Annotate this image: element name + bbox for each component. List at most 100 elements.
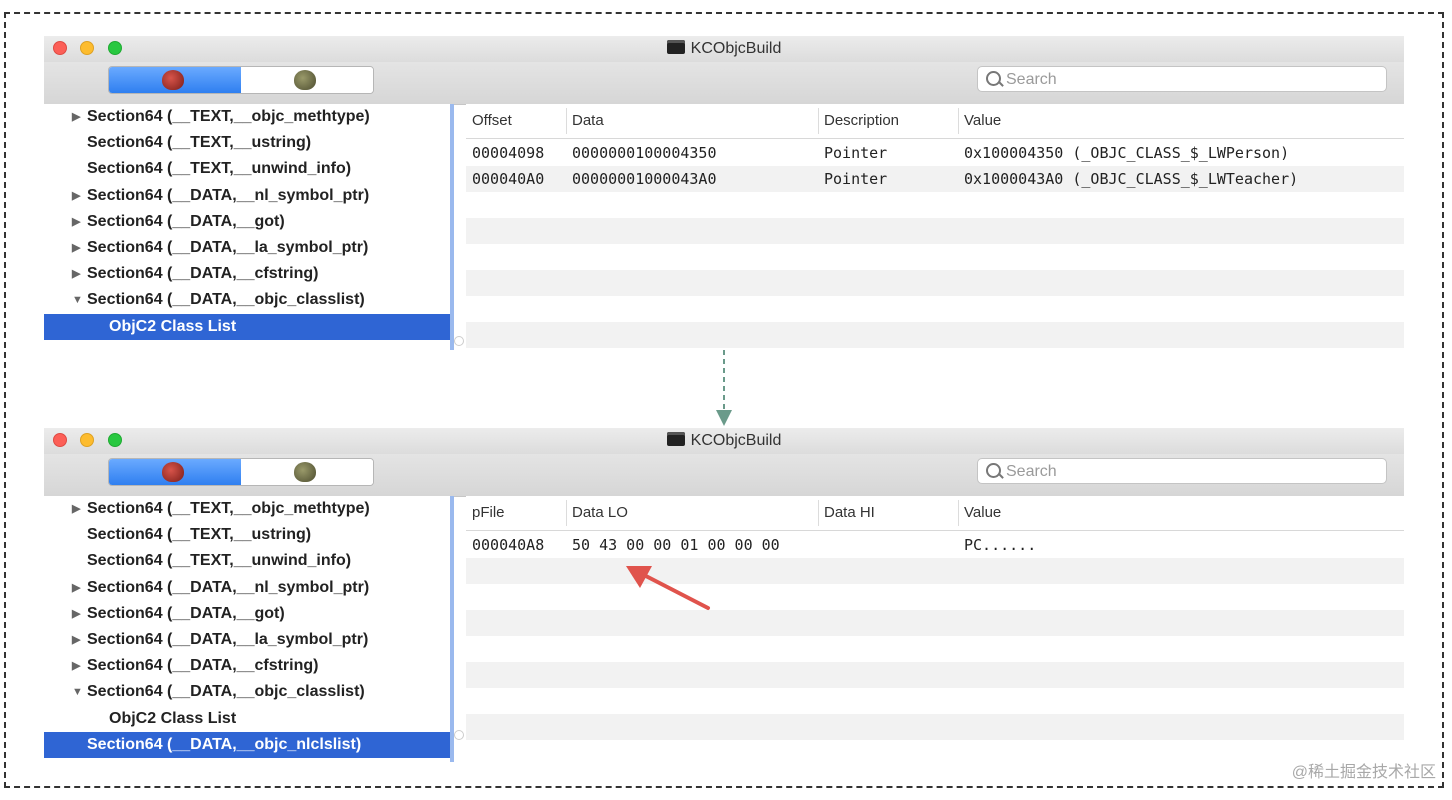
tree-item[interactable]: ObjC2 Class List <box>44 313 450 340</box>
view-button-rva[interactable] <box>241 459 373 485</box>
tree-item-label: Section64 (__DATA,__cfstring) <box>87 657 319 675</box>
tree-item[interactable]: Section64 (__TEXT,__unwind_info) <box>44 156 450 182</box>
search-input[interactable] <box>1004 69 1378 91</box>
view-segmented-control <box>108 66 374 94</box>
table-stripe <box>466 322 1404 348</box>
window-title-text: KCObjcBuild <box>690 40 782 57</box>
table-cell[interactable]: 0x100004350 (_OBJC_CLASS_$_LWPerson) <box>964 140 1289 166</box>
disclosure-closed-icon[interactable]: ▶ <box>72 183 80 209</box>
table-stripe <box>466 714 1404 740</box>
tree-item[interactable]: Section64 (__TEXT,__ustring) <box>44 130 450 156</box>
table-stripe <box>466 296 1404 322</box>
app-window-top: KCObjcBuild ▶ Section64 (__TEXT,__objc_me… <box>44 36 1404 350</box>
disclosure-closed-icon[interactable]: ▶ <box>72 261 80 287</box>
table-stripe <box>466 584 1404 610</box>
disclosure-closed-icon[interactable]: ▶ <box>72 601 80 627</box>
terminal-icon <box>666 40 685 54</box>
tree-item[interactable]: ▼ Section64 (__DATA,__objc_classlist) <box>44 287 450 313</box>
disclosure-closed-icon[interactable]: ▶ <box>72 627 80 653</box>
table-cell[interactable]: 50 43 00 00 01 00 00 00 <box>572 532 780 558</box>
column-header[interactable]: Description <box>824 112 899 129</box>
tree-item[interactable]: ▶ Section64 (__DATA,__la_symbol_ptr) <box>44 235 450 261</box>
table-cell[interactable]: 0x1000043A0 (_OBJC_CLASS_$_LWTeacher) <box>964 166 1298 192</box>
column-header[interactable]: Value <box>964 112 1001 129</box>
table-cell[interactable]: Pointer <box>824 140 887 166</box>
column-header[interactable]: pFile <box>472 504 505 521</box>
tree-item[interactable]: ▶ Section64 (__DATA,__nl_symbol_ptr) <box>44 183 450 209</box>
view-segmented-control <box>108 458 374 486</box>
column-header[interactable]: Value <box>964 504 1001 521</box>
tree-item[interactable]: ObjC2 Class List <box>44 706 450 732</box>
table-cell[interactable]: 00004098 <box>472 140 544 166</box>
table-stripe <box>466 740 1404 762</box>
tree-item-label: Section64 (__DATA,__got) <box>87 212 285 230</box>
disclosure-open-icon[interactable]: ▼ <box>72 287 83 313</box>
view-button-rva[interactable] <box>241 67 373 93</box>
data-table: Offset Data Description Value 00004098 00000… <box>466 104 1404 350</box>
table-cell[interactable]: Pointer <box>824 166 887 192</box>
tree-item-label: Section64 (__TEXT,__ustring) <box>87 526 312 544</box>
tree-item[interactable]: ▶ Section64 (__TEXT,__objc_methtype) <box>44 104 450 130</box>
disclosure-closed-icon[interactable]: ▶ <box>72 496 80 522</box>
column-divider[interactable] <box>818 500 819 526</box>
column-divider[interactable] <box>958 500 959 526</box>
disclosure-open-icon[interactable]: ▼ <box>72 679 83 705</box>
table-stripe <box>466 192 1404 218</box>
tree-item[interactable]: Section64 (__TEXT,__ustring) <box>44 522 450 548</box>
column-header[interactable]: Data HI <box>824 504 875 521</box>
table-stripe <box>466 610 1404 636</box>
disclosure-closed-icon[interactable]: ▶ <box>72 653 80 679</box>
table-header: Offset Data Description Value <box>466 104 1404 139</box>
window-title: KCObjcBuild <box>44 432 1404 450</box>
table-cell[interactable]: PC...... <box>964 532 1036 558</box>
tree-item[interactable]: ▶ Section64 (__DATA,__cfstring) <box>44 261 450 287</box>
table-cell[interactable]: 000040A8 <box>472 532 544 558</box>
column-header[interactable]: Offset <box>472 112 512 129</box>
column-divider[interactable] <box>958 108 959 134</box>
table-stripe <box>466 558 1404 584</box>
table-cell[interactable]: 000040A0 <box>472 166 544 192</box>
disclosure-closed-icon[interactable]: ▶ <box>72 209 80 235</box>
table-stripe <box>466 662 1404 688</box>
split-resize-handle[interactable] <box>454 730 464 740</box>
search-field[interactable] <box>977 458 1387 484</box>
search-field[interactable] <box>977 66 1387 92</box>
column-divider[interactable] <box>818 108 819 134</box>
disclosure-closed-icon[interactable]: ▶ <box>72 235 80 261</box>
title-bar: KCObjcBuild <box>44 36 1404 62</box>
section-tree: ▶ Section64 (__TEXT,__objc_methtype) Secti… <box>44 496 454 762</box>
tree-item[interactable]: ▼ Section64 (__DATA,__objc_classlist) <box>44 679 450 705</box>
tree-item-label: Section64 (__TEXT,__unwind_info) <box>87 552 352 570</box>
table-stripe <box>466 348 1404 350</box>
table-cell[interactable]: 00000001000043A0 <box>572 166 717 192</box>
table-cell[interactable]: 0000000100004350 <box>572 140 717 166</box>
tree-item-label: Section64 (__TEXT,__unwind_info) <box>87 160 352 178</box>
column-header[interactable]: Data LO <box>572 504 628 521</box>
column-divider[interactable] <box>566 500 567 526</box>
toolbar <box>44 62 1404 105</box>
table-stripe <box>466 636 1404 662</box>
view-button-raw[interactable] <box>109 459 241 485</box>
section-tree: ▶ Section64 (__TEXT,__objc_methtype) Secti… <box>44 104 454 350</box>
search-input[interactable] <box>1004 461 1378 483</box>
tree-item[interactable]: ▶ Section64 (__DATA,__nl_symbol_ptr) <box>44 575 450 601</box>
column-header[interactable]: Data <box>572 112 604 129</box>
watermark: @稀土掘金技术社区 <box>1291 764 1436 781</box>
tree-item-label: Section64 (__DATA,__la_symbol_ptr) <box>87 239 369 256</box>
toolbar <box>44 454 1404 497</box>
tree-item-label: Section64 (__DATA,__cfstring) <box>87 265 319 283</box>
tree-item[interactable]: ▶ Section64 (__TEXT,__objc_methtype) <box>44 496 450 522</box>
tree-item[interactable]: ▶ Section64 (__DATA,__got) <box>44 209 450 235</box>
column-divider[interactable] <box>566 108 567 134</box>
tree-item[interactable]: ▶ Section64 (__DATA,__cfstring) <box>44 653 450 679</box>
tree-item[interactable]: ▶ Section64 (__DATA,__got) <box>44 601 450 627</box>
split-resize-handle[interactable] <box>454 336 464 346</box>
annotation-arrow-icon <box>626 566 710 610</box>
view-button-raw[interactable] <box>109 67 241 93</box>
tree-item[interactable]: ▶ Section64 (__DATA,__la_symbol_ptr) <box>44 627 450 653</box>
disclosure-closed-icon[interactable]: ▶ <box>72 104 80 130</box>
machoview-icon <box>294 462 316 482</box>
tree-item[interactable]: Section64 (__DATA,__objc_nlclslist) <box>44 731 450 758</box>
tree-item[interactable]: Section64 (__TEXT,__unwind_info) <box>44 548 450 574</box>
disclosure-closed-icon[interactable]: ▶ <box>72 575 80 601</box>
